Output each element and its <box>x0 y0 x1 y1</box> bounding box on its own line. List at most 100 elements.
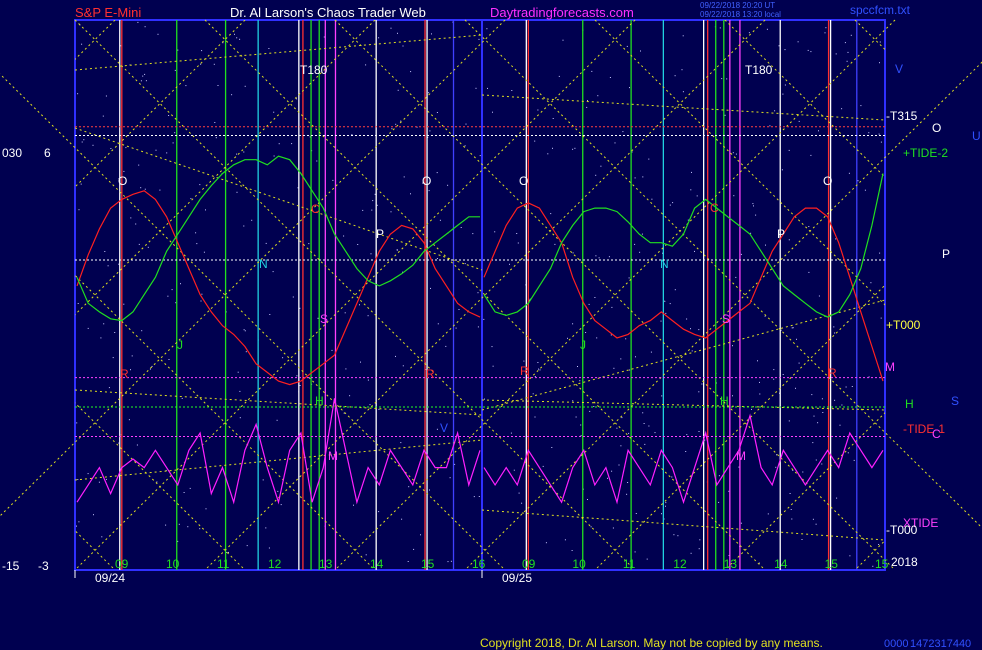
star <box>243 151 245 153</box>
star <box>815 523 817 525</box>
diagonal-dotted-line <box>75 530 116 570</box>
star <box>751 408 752 410</box>
star <box>110 148 112 149</box>
star <box>360 361 361 363</box>
star <box>539 369 541 371</box>
star <box>159 189 161 191</box>
star <box>345 368 347 370</box>
star <box>534 416 536 418</box>
diagonal-dotted-line <box>334 19 896 571</box>
line-label: H <box>905 397 914 411</box>
star <box>378 511 380 513</box>
site-url[interactable]: Daytradingforecasts.com <box>490 5 634 20</box>
star <box>612 527 614 529</box>
star <box>765 244 766 246</box>
planet-label: H <box>720 394 729 408</box>
star <box>834 399 836 401</box>
star <box>607 477 608 479</box>
star <box>669 303 671 305</box>
star <box>671 476 673 478</box>
star <box>669 204 671 206</box>
star <box>614 142 616 144</box>
series-green-line <box>76 155 480 322</box>
star <box>611 306 613 308</box>
chart-stage: 09 10 11 12 13 14 15 16 09/24 09 10 11 12 13 14 15 15 09/… <box>0 0 982 650</box>
star <box>491 346 493 348</box>
star <box>236 37 238 39</box>
star <box>473 496 475 498</box>
star <box>199 528 201 530</box>
star <box>87 473 89 475</box>
hour-tick-label: 12 <box>673 557 687 571</box>
star <box>558 75 560 77</box>
file-name: spccfcm.txt <box>850 3 911 17</box>
star <box>236 191 238 193</box>
star <box>430 287 431 289</box>
star <box>107 265 109 267</box>
series-magenta-line <box>483 413 884 505</box>
star <box>83 139 85 141</box>
star <box>187 526 189 528</box>
star <box>808 271 810 273</box>
star <box>634 551 636 553</box>
star <box>545 542 547 544</box>
star <box>239 38 241 40</box>
hour-tick-label: 12 <box>268 557 282 571</box>
star <box>145 80 147 82</box>
star <box>487 87 488 89</box>
star <box>590 526 592 528</box>
star <box>445 345 447 347</box>
star <box>168 359 170 360</box>
star <box>494 231 496 233</box>
star <box>378 408 380 410</box>
copyright-notice: Copyright 2018, Dr. Al Larson. May not b… <box>480 636 823 650</box>
star <box>732 395 733 397</box>
star <box>317 317 319 319</box>
line-label: +TIDE-2 <box>903 146 948 160</box>
star <box>672 202 674 204</box>
star <box>821 463 823 465</box>
diagonal-dotted-line <box>724 20 885 178</box>
diagonal-dotted-line <box>482 299 885 411</box>
star <box>190 198 192 200</box>
star <box>367 379 369 381</box>
star <box>699 539 701 541</box>
star <box>732 345 733 347</box>
star <box>196 243 198 245</box>
star <box>850 34 852 36</box>
hour-tick-label: 13 <box>724 557 738 571</box>
star <box>598 257 600 259</box>
star <box>878 544 880 545</box>
star <box>201 50 203 52</box>
star <box>128 419 130 421</box>
star <box>665 502 667 504</box>
star <box>851 386 853 387</box>
star <box>634 243 636 245</box>
star <box>639 251 641 253</box>
star <box>817 422 819 424</box>
star <box>542 465 544 467</box>
star <box>552 147 553 149</box>
star <box>532 393 534 395</box>
star <box>101 536 103 538</box>
star <box>199 184 201 186</box>
star <box>634 177 636 179</box>
star <box>272 271 274 273</box>
star <box>790 509 792 510</box>
planet-label: R <box>828 366 837 380</box>
diagonal-dotted-line <box>724 412 885 570</box>
star <box>682 35 684 37</box>
star <box>81 43 83 45</box>
planet-label: H <box>315 394 324 408</box>
star <box>359 304 360 306</box>
star <box>100 337 102 339</box>
star <box>395 123 397 125</box>
star <box>265 242 267 244</box>
star <box>595 255 597 257</box>
left-axis-label-1: 6 <box>44 146 51 160</box>
star <box>391 128 393 130</box>
left-axis-label-2: -15 <box>2 559 20 573</box>
star <box>123 303 125 305</box>
star <box>773 369 775 371</box>
planet-label: N <box>660 257 669 271</box>
